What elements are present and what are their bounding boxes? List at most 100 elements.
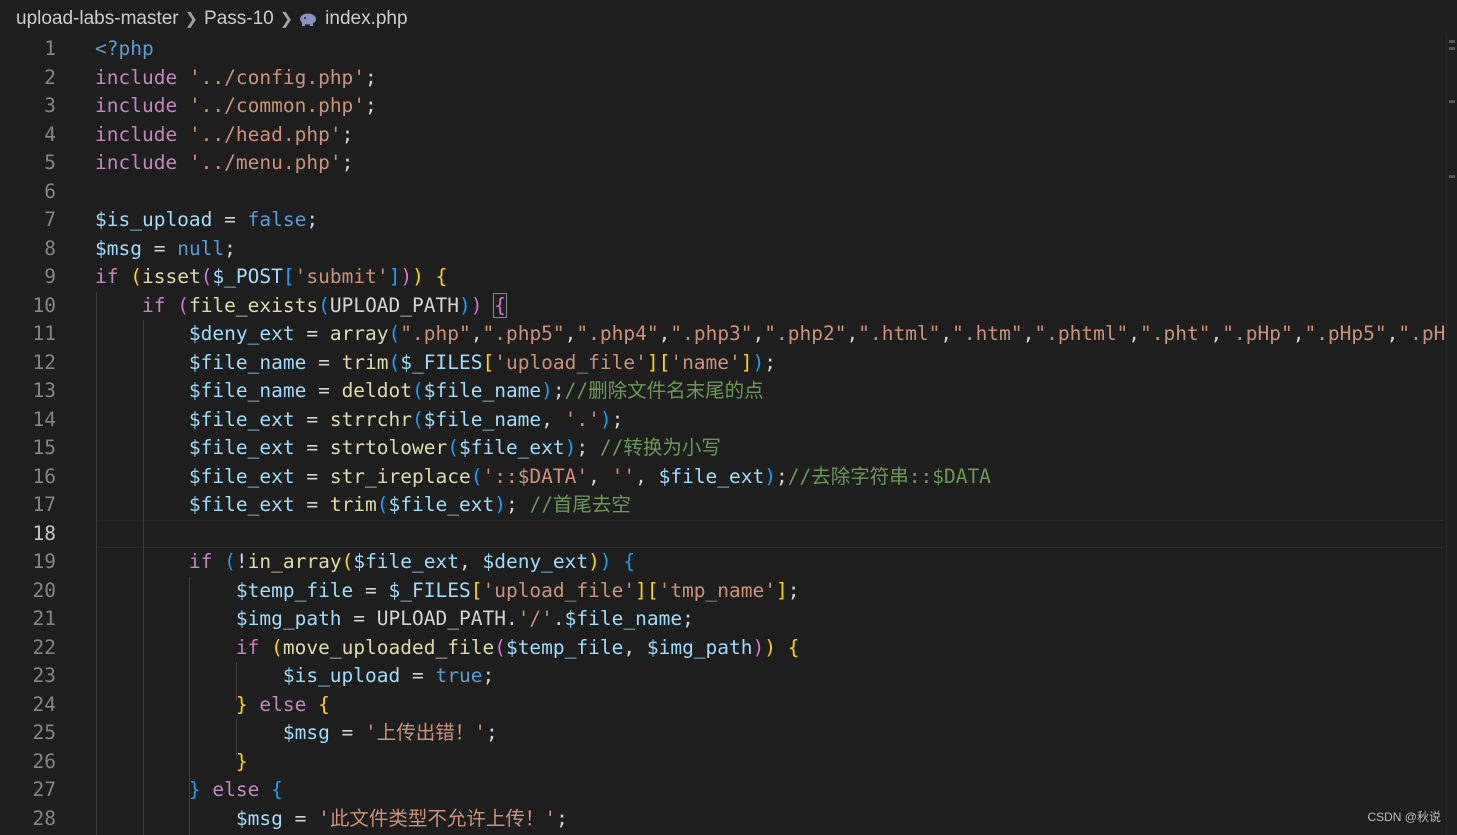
code-line[interactable]: 10 if (file_exists(UPLOAD_PATH)) {	[0, 292, 1447, 321]
code-text: $img_path = UPLOAD_PATH.'/'.$file_name;	[95, 605, 694, 634]
code-token: }	[235, 692, 248, 716]
code-token: =	[329, 721, 366, 744]
code-text: $file_name = deldot($file_name);//删除文件名末…	[95, 377, 764, 406]
code-token: $file_ext	[188, 436, 295, 459]
line-number[interactable]: 28	[0, 805, 56, 834]
code-token: else	[212, 778, 260, 801]
code-token: $is_upload	[282, 664, 401, 687]
code-line[interactable]: 17 $file_ext = trim($file_ext); //首尾去空	[0, 491, 1447, 520]
code-line[interactable]: 13 $file_name = deldot($file_name);//删除文…	[0, 377, 1447, 406]
code-line[interactable]: 24 } else {	[0, 691, 1447, 720]
line-number[interactable]: 14	[0, 406, 56, 435]
code-token: (	[470, 464, 483, 488]
code-token: move_uploaded_file	[282, 635, 495, 659]
line-number[interactable]: 24	[0, 691, 56, 720]
code-token: $msg	[235, 806, 283, 830]
code-line[interactable]: 22 if (move_uploaded_file($temp_file, $i…	[0, 634, 1447, 663]
code-token: ;	[224, 236, 236, 260]
code-editor[interactable]: 1 <?php 2 include '../config.php'; 3 include …	[0, 35, 1447, 835]
code-line[interactable]: 14 $file_ext = strrchr($file_name, '.');	[0, 406, 1447, 435]
code-line[interactable]: 2 include '../config.php';	[0, 64, 1447, 93]
code-token: ;	[552, 379, 565, 402]
breadcrumb-folder[interactable]: upload-labs-master	[16, 8, 179, 30]
line-number[interactable]: 10	[0, 292, 56, 321]
code-token: $img_path	[646, 635, 753, 659]
code-line[interactable]: 23 $is_upload = true;	[0, 662, 1447, 691]
overview-ruler[interactable]	[1446, 35, 1457, 835]
line-number[interactable]: 15	[0, 434, 56, 463]
line-number[interactable]: 19	[0, 548, 56, 577]
line-number[interactable]: 7	[0, 206, 56, 235]
line-number[interactable]: 18	[0, 520, 56, 549]
line-number[interactable]: 21	[0, 605, 56, 634]
code-token: {	[623, 550, 636, 573]
code-text: $file_ext = strrchr($file_name, '.');	[95, 406, 623, 435]
line-number[interactable]: 22	[0, 634, 56, 663]
code-line[interactable]: 4 include '../head.php';	[0, 121, 1447, 150]
code-line[interactable]: 27 } else {	[0, 776, 1447, 805]
line-number[interactable]: 6	[0, 178, 56, 207]
code-text: include '../head.php';	[95, 121, 353, 150]
code-line[interactable]: 12 $file_name = trim($_FILES['upload_fil…	[0, 349, 1447, 378]
code-line[interactable]: 1 <?php	[0, 35, 1447, 64]
line-number[interactable]: 16	[0, 463, 56, 492]
code-line[interactable]: 3 include '../common.php';	[0, 92, 1447, 121]
line-number[interactable]: 1	[0, 35, 56, 64]
line-number[interactable]: 9	[0, 263, 56, 292]
code-text: include '../menu.php';	[95, 149, 353, 178]
code-line[interactable]: 20 $temp_file = $_FILES['upload_file']['…	[0, 577, 1447, 606]
line-number[interactable]: 23	[0, 662, 56, 691]
line-number[interactable]: 26	[0, 748, 56, 777]
line-number[interactable]: 12	[0, 349, 56, 378]
code-line[interactable]: 18	[0, 520, 1447, 549]
code-token: (	[130, 265, 142, 288]
line-number[interactable]: 3	[0, 92, 56, 121]
code-token: )	[412, 265, 424, 288]
breadcrumb-subfolder[interactable]: Pass-10	[204, 8, 274, 30]
code-line[interactable]: 8 $msg = null;	[0, 235, 1447, 264]
code-line[interactable]: 25 $msg = '上传出错！';	[0, 719, 1447, 748]
code-token: ]	[775, 578, 788, 602]
code-token: ,	[623, 635, 647, 659]
code-token: )	[764, 635, 777, 659]
code-line[interactable]: 7 $is_upload = false;	[0, 206, 1447, 235]
code-line[interactable]: 16 $file_ext = str_ireplace('::$DATA', '…	[0, 463, 1447, 492]
line-number[interactable]: 27	[0, 776, 56, 805]
code-token: )	[599, 407, 612, 431]
code-line[interactable]: 6	[0, 178, 1447, 207]
line-number[interactable]: 4	[0, 121, 56, 150]
line-number[interactable]: 2	[0, 64, 56, 93]
code-text: <?php	[95, 35, 154, 64]
breadcrumb-file[interactable]: index.php	[325, 8, 407, 30]
code-line[interactable]: 5 include '../menu.php';	[0, 149, 1447, 178]
line-number[interactable]: 8	[0, 235, 56, 264]
code-line[interactable]: 28 $msg = '此文件类型不允许上传！';	[0, 805, 1447, 834]
code-token: (	[200, 265, 213, 288]
code-text: if (move_uploaded_file($temp_file, $img_…	[95, 634, 800, 663]
code-line[interactable]: 11 $deny_ext = array(".php",".php5",".ph…	[0, 320, 1447, 349]
code-text: $msg = '此文件类型不允许上传！';	[95, 805, 568, 834]
line-number[interactable]: 25	[0, 719, 56, 748]
code-line[interactable]: 21 $img_path = UPLOAD_PATH.'/'.$file_nam…	[0, 605, 1447, 634]
line-number[interactable]: 17	[0, 491, 56, 520]
code-text: } else {	[95, 776, 283, 805]
code-token: ][	[646, 350, 671, 374]
code-line[interactable]: 19 if (!in_array($file_ext, $deny_ext)) …	[0, 548, 1447, 577]
code-token: =	[341, 607, 377, 630]
line-number[interactable]: 11	[0, 320, 56, 349]
code-line[interactable]: 26 }	[0, 748, 1447, 777]
line-number[interactable]: 20	[0, 577, 56, 606]
line-number[interactable]: 13	[0, 377, 56, 406]
code-line[interactable]: 15 $file_ext = strtolower($file_ext); //…	[0, 434, 1447, 463]
code-token: if	[188, 550, 213, 573]
code-line[interactable]: 9 if (isset($_POST['submit'])) {	[0, 263, 1447, 292]
line-number[interactable]: 5	[0, 149, 56, 178]
code-token: =	[294, 322, 330, 345]
code-token: //删除文件名末尾的点	[564, 379, 764, 402]
code-token: $file_name	[423, 407, 542, 431]
